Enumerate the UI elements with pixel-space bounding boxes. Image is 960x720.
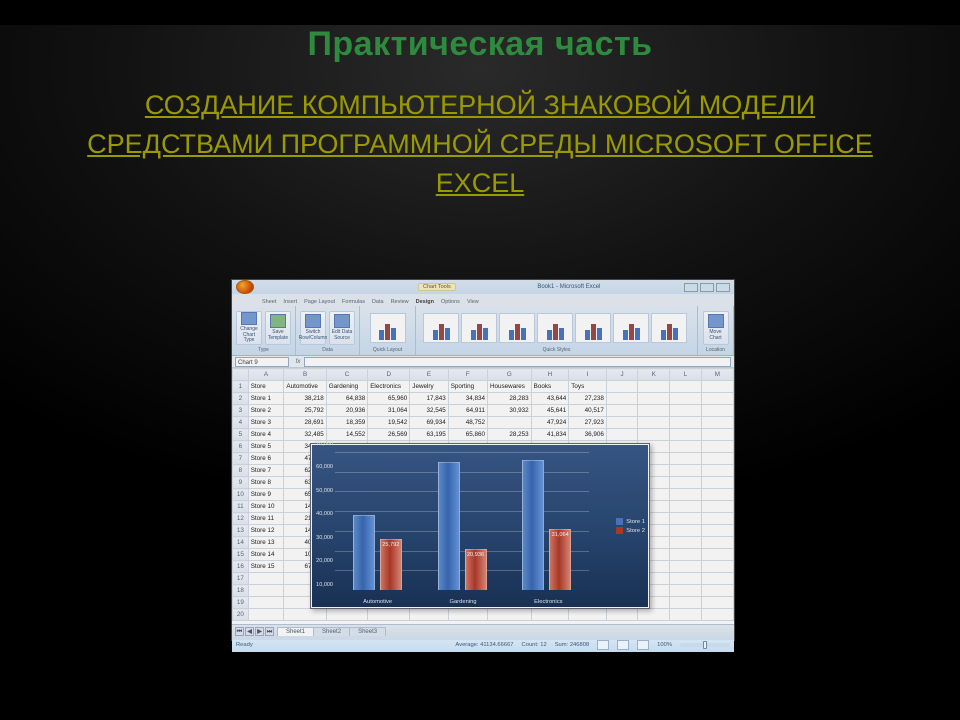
quick-layout-1[interactable]: [370, 313, 406, 343]
tab-page-layout[interactable]: Page Layout: [304, 298, 335, 306]
change-chart-type-button[interactable]: Change Chart Type: [236, 311, 262, 345]
ribbon: Change Chart Type Save Template Type Swi…: [232, 306, 734, 356]
tab-data[interactable]: Data: [372, 298, 384, 306]
status-sum: Sum: 246808: [555, 642, 589, 648]
tab-sheet[interactable]: Sheet: [262, 298, 276, 306]
ribbon-tab-strip: Sheet Insert Page Layout Formulas Data R…: [232, 294, 734, 306]
close-button[interactable]: [716, 283, 730, 292]
chart-legend: Store 1 Store 2: [616, 516, 645, 536]
save-template-button[interactable]: Save Template: [265, 311, 291, 345]
switch-row-col-button[interactable]: Switch Row/Column: [300, 311, 326, 345]
group-data-label: Data: [300, 347, 355, 353]
tab-design[interactable]: Design: [416, 298, 434, 306]
zoom-slider[interactable]: [680, 643, 730, 647]
group-location-label: Location: [702, 347, 729, 353]
excel-window: Chart Tools Book1 - Microsoft Excel Shee…: [232, 280, 734, 640]
worksheet-grid[interactable]: ABCDEFGHIJKLM1StoreAutomotiveGardeningEl…: [232, 368, 734, 624]
minimize-button[interactable]: [684, 283, 698, 292]
chart-tools-context: Chart Tools: [418, 283, 456, 291]
sheet-nav-first[interactable]: ⏮: [235, 627, 244, 636]
move-chart-button[interactable]: Move Chart: [703, 311, 729, 345]
tab-options[interactable]: Options: [441, 298, 460, 306]
sheet-nav-next[interactable]: ▶: [255, 627, 264, 636]
tab-view[interactable]: View: [467, 298, 479, 306]
view-normal-button[interactable]: [597, 640, 609, 650]
embedded-chart[interactable]: 25,79220,93631,064 Store 1 Store 2 70,00…: [310, 443, 650, 609]
sheet-tab-bar: ⏮ ◀ ▶ ⏭ Sheet1 Sheet2 Sheet3: [232, 624, 734, 638]
edit-data-button[interactable]: Edit Data Source: [329, 311, 355, 345]
slide-subtitle: СОЗДАНИЕ КОМПЬЮТЕРНОЙ ЗНАКОВОЙ МОДЕЛИ СР…: [50, 86, 910, 203]
sheet-nav-last[interactable]: ⏭: [265, 627, 274, 636]
name-box[interactable]: Chart 9: [235, 357, 289, 367]
maximize-button[interactable]: [700, 283, 714, 292]
quick-styles-gallery[interactable]: [420, 308, 690, 347]
sheet-tab-1[interactable]: Sheet1: [277, 627, 314, 636]
formula-input[interactable]: [304, 357, 731, 367]
group-quick-layout-label: Quick Layout: [364, 347, 411, 353]
status-ready: Ready: [236, 642, 253, 648]
status-average: Average: 41134.66667: [455, 642, 513, 648]
status-zoom: 100%: [657, 642, 672, 648]
view-layout-button[interactable]: [617, 640, 629, 650]
window-title-text: Book1 - Microsoft Excel: [537, 284, 600, 290]
sheet-nav-prev[interactable]: ◀: [245, 627, 254, 636]
slide-title: Практическая часть: [0, 25, 960, 64]
tab-formulas[interactable]: Formulas: [342, 298, 365, 306]
tab-review[interactable]: Review: [391, 298, 409, 306]
tab-insert[interactable]: Insert: [283, 298, 297, 306]
office-button[interactable]: [236, 280, 254, 294]
sheet-tab-3[interactable]: Sheet3: [349, 627, 386, 636]
fx-icon[interactable]: fx: [292, 359, 304, 365]
sheet-tab-2[interactable]: Sheet2: [313, 627, 350, 636]
status-bar: Ready Average: 41134.66667 Count: 12 Sum…: [232, 638, 734, 652]
title-bar: Chart Tools Book1 - Microsoft Excel: [232, 280, 734, 294]
view-break-button[interactable]: [637, 640, 649, 650]
formula-bar: Chart 9 fx: [232, 356, 734, 368]
status-count: Count: 12: [522, 642, 547, 648]
group-type-label: Type: [236, 347, 291, 353]
group-quick-styles-label: Quick Styles: [420, 347, 693, 353]
